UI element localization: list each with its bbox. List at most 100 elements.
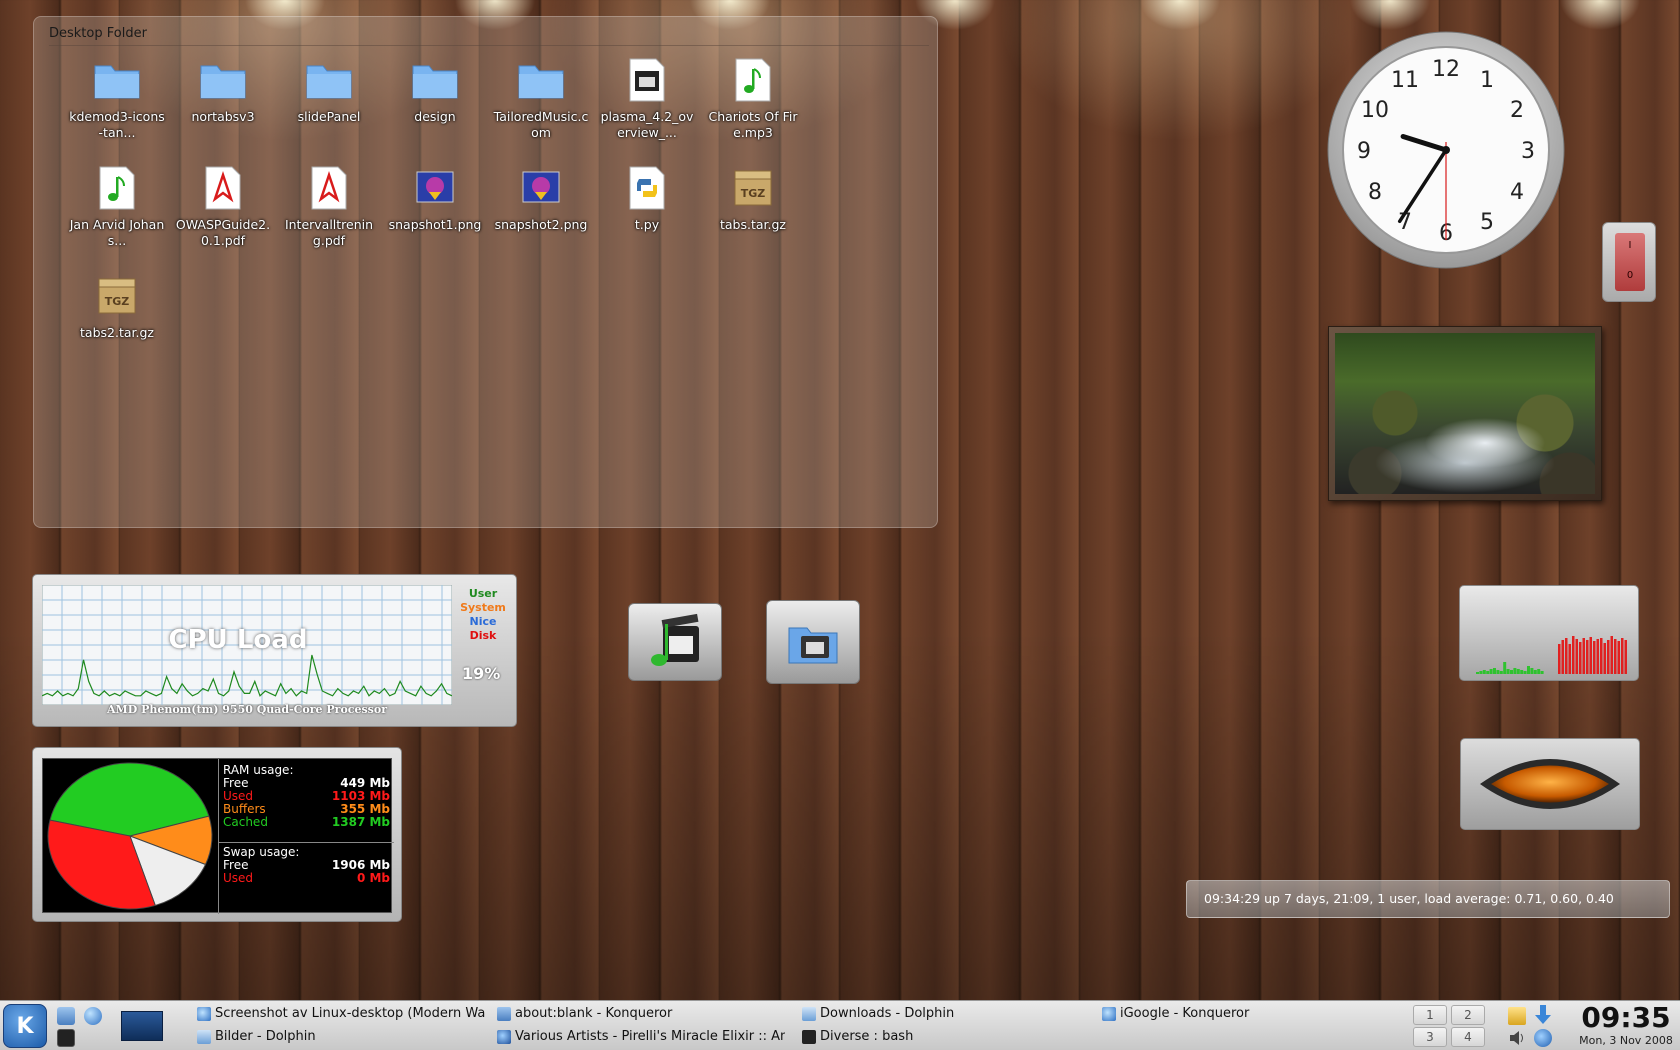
taskbar: K Screenshot av Linux-desktop (Modern Wa… [0,1000,1680,1050]
desktop-item-label: kdemod3-icons-tan... [69,109,165,140]
taskbar-task[interactable]: iGoogle - Konqueror [1100,1003,1390,1025]
eye-icon [1480,759,1620,809]
desktop-2-button[interactable]: 2 [1451,1005,1485,1025]
desktop-item-label: tabs.tar.gz [719,217,786,232]
clock-numeral: 2 [1510,98,1524,123]
desktop-item[interactable]: plasma_4.2_overview_... [594,57,700,165]
picture-frame-widget[interactable] [1328,326,1602,501]
swap-label: Used [223,871,254,885]
desktop-item-label: plasma_4.2_overview_... [600,109,694,140]
taskbar-task[interactable]: Various Artists - Pirelli's Miracle Elix… [495,1026,785,1048]
desktop-item-label: t.py [634,217,660,232]
terminal-quicklaunch-icon[interactable] [57,1029,75,1047]
waterfall-photo [1335,333,1595,494]
archive-file-icon: TGZ [729,165,777,211]
desktop-item[interactable]: Jan Arvid Johans... [64,165,170,273]
desktop-item[interactable]: nortabsv3 [170,57,276,165]
desktop-item[interactable]: design [382,57,488,165]
desktop-item[interactable]: slidePanel [276,57,382,165]
dolphin-icon [802,1007,816,1021]
cpu-processor-name: AMD Phenom(tm) 9550 Quad-Core Processor [106,703,388,716]
archive-file-icon: TGZ [93,273,141,319]
taskbar-task[interactable]: Screenshot av Linux-desktop (Modern Wal [195,1003,485,1025]
clipboard-tray-icon[interactable] [1508,1007,1526,1025]
taskbar-task-label: about:blank - Konqueror [515,1006,673,1021]
desktop-item[interactable]: OWASPGuide2.0.1.pdf [170,165,276,273]
desktop-item-label: snapshot1.png [388,217,482,232]
desktop-3-button[interactable]: 3 [1413,1027,1447,1047]
konqueror-icon [1102,1007,1116,1021]
svg-text:TGZ: TGZ [105,295,130,308]
music-video-launcher[interactable] [628,603,722,681]
memory-usage-widget[interactable]: RAM usage: Free 449 Mb Used 1103 Mb Buffers 3… [32,747,402,922]
cpu-legend-item: Disk [469,629,497,642]
pdf-file-icon [199,165,247,211]
audio-file-icon [729,57,777,103]
taskbar-task[interactable]: Downloads - Dolphin [800,1003,1090,1025]
memory-panel: RAM usage: Free 449 Mb Used 1103 Mb Buffers 3… [42,758,394,914]
python-file-icon [623,165,671,211]
taskbar-task[interactable]: Bilder - Dolphin [195,1026,485,1048]
folder-icon [411,57,459,103]
desktop-item-label: TailoredMusic.com [493,109,589,140]
desktop-item[interactable]: snapshot2.png [488,165,594,273]
taskbar-clock-time[interactable]: 09:35 [1574,1002,1678,1034]
desktop-item[interactable]: t.py [594,165,700,273]
file-manager-quicklaunch-icon[interactable] [57,1007,75,1025]
taskbar-task[interactable]: Diverse : bash [800,1026,1090,1048]
desktop-item-label: Jan Arvid Johans... [69,217,165,248]
clock-numeral: 11 [1391,68,1419,93]
network-monitor-widget[interactable] [1459,585,1639,681]
cpu-legend-item: System [460,601,506,614]
desktop-1-button[interactable]: 1 [1413,1005,1447,1025]
kde-menu-button[interactable]: K [3,1004,47,1048]
ram-pie-chart [47,762,213,910]
volume-tray-icon[interactable] [1508,1029,1526,1047]
desktop-preview-icon[interactable] [121,1011,163,1041]
taskbar-task-label: Bilder - Dolphin [215,1029,316,1044]
taskbar-task-label: Various Artists - Pirelli's Miracle Elix… [515,1029,785,1044]
desktop-icon-grid: kdemod3-icons-tan... nortabsv3 slidePanel d… [64,57,824,381]
cpu-percent: 19% [462,664,501,683]
desktop-item[interactable]: TailoredMusic.com [488,57,594,165]
ram-value: 1387 Mb [331,815,390,829]
desktop-item[interactable]: TGZ tabs2.tar.gz [64,273,170,381]
eye-widget[interactable] [1460,738,1640,830]
clock-numeral: 8 [1368,180,1382,205]
network-tray-icon[interactable] [1534,1029,1552,1047]
desktop-4-button[interactable]: 4 [1451,1027,1485,1047]
konqueror-icon [197,1007,211,1021]
dolphin-icon [197,1030,211,1044]
ram-label: Cached [223,815,268,829]
desktop-folder-widget[interactable]: Desktop Folder kdemod3-icons-tan... norta… [33,16,938,528]
desktop-item[interactable]: kdemod3-icons-tan... [64,57,170,165]
video-folder-icon [788,627,838,664]
video-folder-launcher[interactable] [766,600,860,684]
switch-on-label: I [1628,240,1632,251]
analog-clock-widget: 1234567891011 12 [1327,31,1565,269]
browser-quicklaunch-icon[interactable] [84,1007,102,1025]
folder-title: Desktop Folder [49,26,929,46]
folder-icon [199,57,247,103]
desktop-item-label: tabs2.tar.gz [80,325,154,340]
swap-usage-section: Swap usage: Free 1906 Mb Used 0 Mb [219,842,394,885]
desktop-item[interactable]: snapshot1.png [382,165,488,273]
amarok-icon [497,1030,511,1044]
cpu-legend: User System Nice Disk [453,587,513,643]
switch-off-label: 0 [1626,270,1634,281]
desktop-item[interactable]: Intervalltrening.pdf [276,165,382,273]
switch-rocker[interactable]: I 0 [1615,233,1645,291]
swap-value: 0 Mb [356,871,390,885]
desktop-item[interactable]: Chariots Of Fire.mp3 [700,57,806,165]
ram-usage-section: RAM usage: Free 449 Mb Used 1103 Mb Buffers 3… [219,764,394,829]
desktop-item-label: slidePanel [297,109,361,124]
kde-logo-icon: K [16,1013,34,1039]
desktop-item[interactable]: TGZ tabs.tar.gz [700,165,806,273]
cpu-load-widget[interactable]: CPU Load User System Nice Disk AMD Phenom(t… [32,574,517,727]
taskbar-task-label: Screenshot av Linux-desktop (Modern Wal [215,1006,485,1021]
folder-icon [305,57,353,103]
on-off-switch-widget[interactable]: I 0 [1602,222,1656,302]
download-arrow-icon[interactable] [1534,1005,1552,1024]
taskbar-task[interactable]: about:blank - Konqueror [495,1003,785,1025]
taskbar-clock-date: Mon, 3 Nov 2008 [1579,1034,1673,1047]
